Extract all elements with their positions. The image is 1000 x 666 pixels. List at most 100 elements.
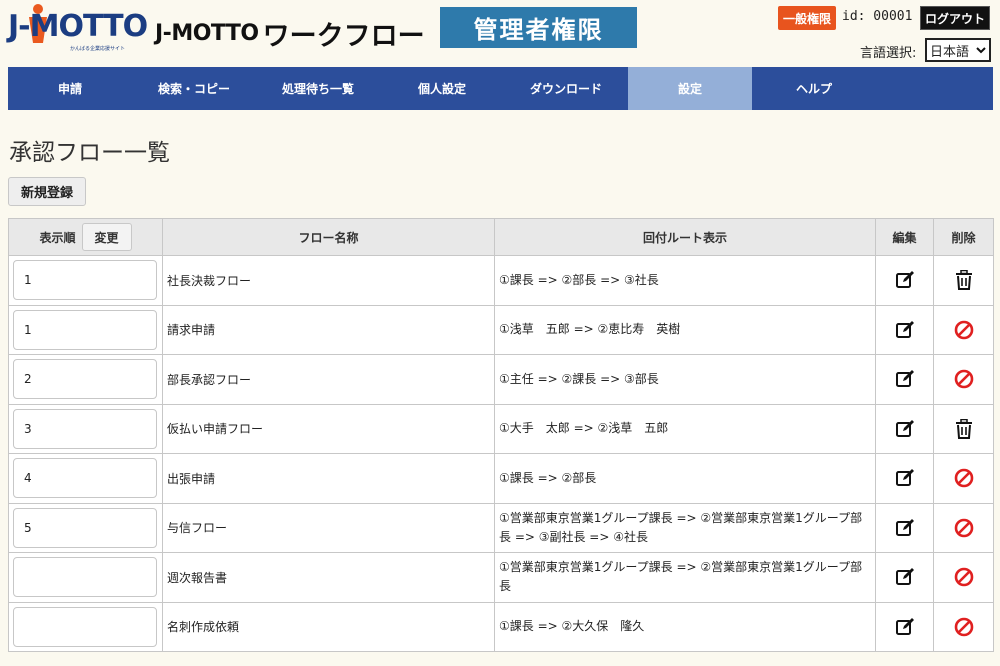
table-row: 5 与信フロー ①営業部東京営業1グループ課長 => ②営業部東京営業1グループ部長… [8,502,994,553]
edit-icon[interactable] [895,567,915,587]
delete-cell [933,601,994,652]
display-order-input[interactable]: 1 [13,260,157,301]
nav-item-help[interactable]: ヘルプ [752,67,876,110]
nav-item-apply[interactable]: 申請 [8,67,132,110]
order-cell: 2 [8,354,163,405]
prohibited-icon [954,320,973,340]
header-order-label: 表示順 [39,230,76,245]
edit-icon[interactable] [895,468,915,488]
delete-cell [933,403,994,454]
edit-cell [875,354,934,405]
display-order-input[interactable]: 4 [13,458,157,499]
edit-icon[interactable] [895,320,915,340]
header-route: 回付ルート表示 [494,218,876,256]
app-title-prefix: J-MOTTO [155,21,259,46]
header-edit: 編集 [875,218,934,256]
table-row: 1 請求申請 ①浅草 五郎 => ②恵比寿 英樹 [8,304,994,355]
table-row: 名刺作成依頼 ①課長 => ②大久保 隆久 [8,601,994,652]
edit-cell [875,601,934,652]
edit-cell [875,255,934,306]
display-order-input[interactable]: 5 [13,507,157,548]
nav-item-pending-list[interactable]: 処理待ち一覧 [256,67,380,110]
jmotto-logo[interactable]: J-MOTTO かんばる企業応援サイト [8,3,148,55]
order-cell: 3 [8,403,163,454]
order-cell: 1 [8,304,163,355]
table-row: 週次報告書 ①営業部東京営業1グループ課長 => ②営業部東京営業1グループ部長 [8,552,994,603]
flow-name: 社長決裁フロー [162,255,495,306]
table-header-row: 表示順 変更 フロー名称 回付ルート表示 編集 削除 [8,218,994,256]
table-row: 2 部長承認フロー ①主任 => ②課長 => ③部長 [8,354,994,405]
display-order-input[interactable] [13,606,157,647]
delete-cell [933,354,994,405]
edit-cell [875,304,934,355]
general-mode-button[interactable]: 一般権限 [778,6,836,30]
edit-cell [875,502,934,553]
delete-cell [933,304,994,355]
main-nav: 申請 検索・コピー 処理待ち一覧 個人設定 ダウンロード 設定 ヘルプ [8,67,993,110]
nav-item-download[interactable]: ダウンロード [504,67,628,110]
edit-icon[interactable] [895,518,915,538]
prohibited-icon [954,567,973,587]
trash-icon[interactable] [955,270,973,291]
route-text: ①浅草 五郎 => ②恵比寿 英樹 [494,304,876,355]
order-cell [8,552,163,603]
prohibited-icon [954,468,973,488]
delete-cell [933,255,994,306]
admin-mode-banner: 管理者権限 [440,7,637,48]
header-flow-name: フロー名称 [162,218,495,256]
order-cell: 4 [8,453,163,504]
language-select[interactable]: 日本語 [925,38,991,62]
route-text: ①課長 => ②部長 [494,453,876,504]
order-cell [8,601,163,652]
route-text: ①課長 => ②大久保 隆久 [494,601,876,652]
prohibited-icon [954,369,973,389]
flow-name: 与信フロー [162,502,495,553]
delete-cell [933,453,994,504]
display-order-input[interactable]: 1 [13,309,157,350]
flow-name: 請求申請 [162,304,495,355]
logo-text: J-MOTTO [8,9,148,44]
route-text: ①主任 => ②課長 => ③部長 [494,354,876,405]
table-row: 1 社長決裁フロー ①課長 => ②部長 => ③社長 [8,255,994,306]
edit-cell [875,552,934,603]
route-text: ①営業部東京営業1グループ課長 => ②営業部東京営業1グループ部長 => ③副… [494,502,876,553]
edit-icon[interactable] [895,270,915,290]
approval-flow-table: 表示順 変更 フロー名称 回付ルート表示 編集 削除 1 社長決裁フロー ①課長 =… [8,218,994,652]
chevron-down-icon [976,47,986,54]
flow-name: 週次報告書 [162,552,495,603]
language-value: 日本語 [930,44,970,60]
logo-subtitle: かんばる企業応援サイト [70,46,126,52]
logout-button[interactable]: ログアウト [920,6,990,30]
flow-name: 部長承認フロー [162,354,495,405]
page-title: 承認フロー一覧 [9,140,170,166]
change-order-button[interactable]: 変更 [81,223,132,251]
nav-item-settings[interactable]: 設定 [628,67,752,110]
flow-name: 出張申請 [162,453,495,504]
nav-item-search-copy[interactable]: 検索・コピー [132,67,256,110]
table-row: 4 出張申請 ①課長 => ②部長 [8,453,994,504]
prohibited-icon [954,617,973,637]
display-order-input[interactable] [13,557,157,598]
prohibited-icon [954,518,973,538]
display-order-input[interactable]: 3 [13,408,157,449]
edit-icon[interactable] [895,617,915,637]
flow-name: 仮払い申請フロー [162,403,495,454]
edit-cell [875,403,934,454]
route-text: ①営業部東京営業1グループ課長 => ②営業部東京営業1グループ部長 [494,552,876,603]
header-delete: 削除 [933,218,994,256]
new-registration-button[interactable]: 新規登録 [8,177,86,206]
edit-icon[interactable] [895,419,915,439]
header: J-MOTTO かんばる企業応援サイト J-MOTTO ワークフロー 管理者権限 … [0,0,1000,66]
delete-cell [933,502,994,553]
table-body: 1 社長決裁フロー ①課長 => ②部長 => ③社長 1 請求申請 ①浅草 五郎 => … [8,255,994,652]
route-text: ①課長 => ②部長 => ③社長 [494,255,876,306]
edit-icon[interactable] [895,369,915,389]
trash-icon[interactable] [955,418,973,439]
language-label: 言語選択: [860,46,917,61]
app-title-main: ワークフロー [262,21,425,52]
header-order: 表示順 変更 [8,218,163,256]
nav-item-personal-settings[interactable]: 個人設定 [380,67,504,110]
route-text: ①大手 太郎 => ②浅草 五郎 [494,403,876,454]
order-cell: 1 [8,255,163,306]
display-order-input[interactable]: 2 [13,359,157,400]
